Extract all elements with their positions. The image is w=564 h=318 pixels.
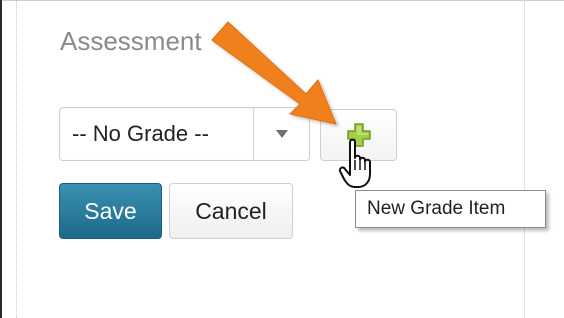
page: Assessment -- No Grade -- Save Cancel Ne… [0,0,564,318]
annotation-arrow-icon [211,21,337,125]
